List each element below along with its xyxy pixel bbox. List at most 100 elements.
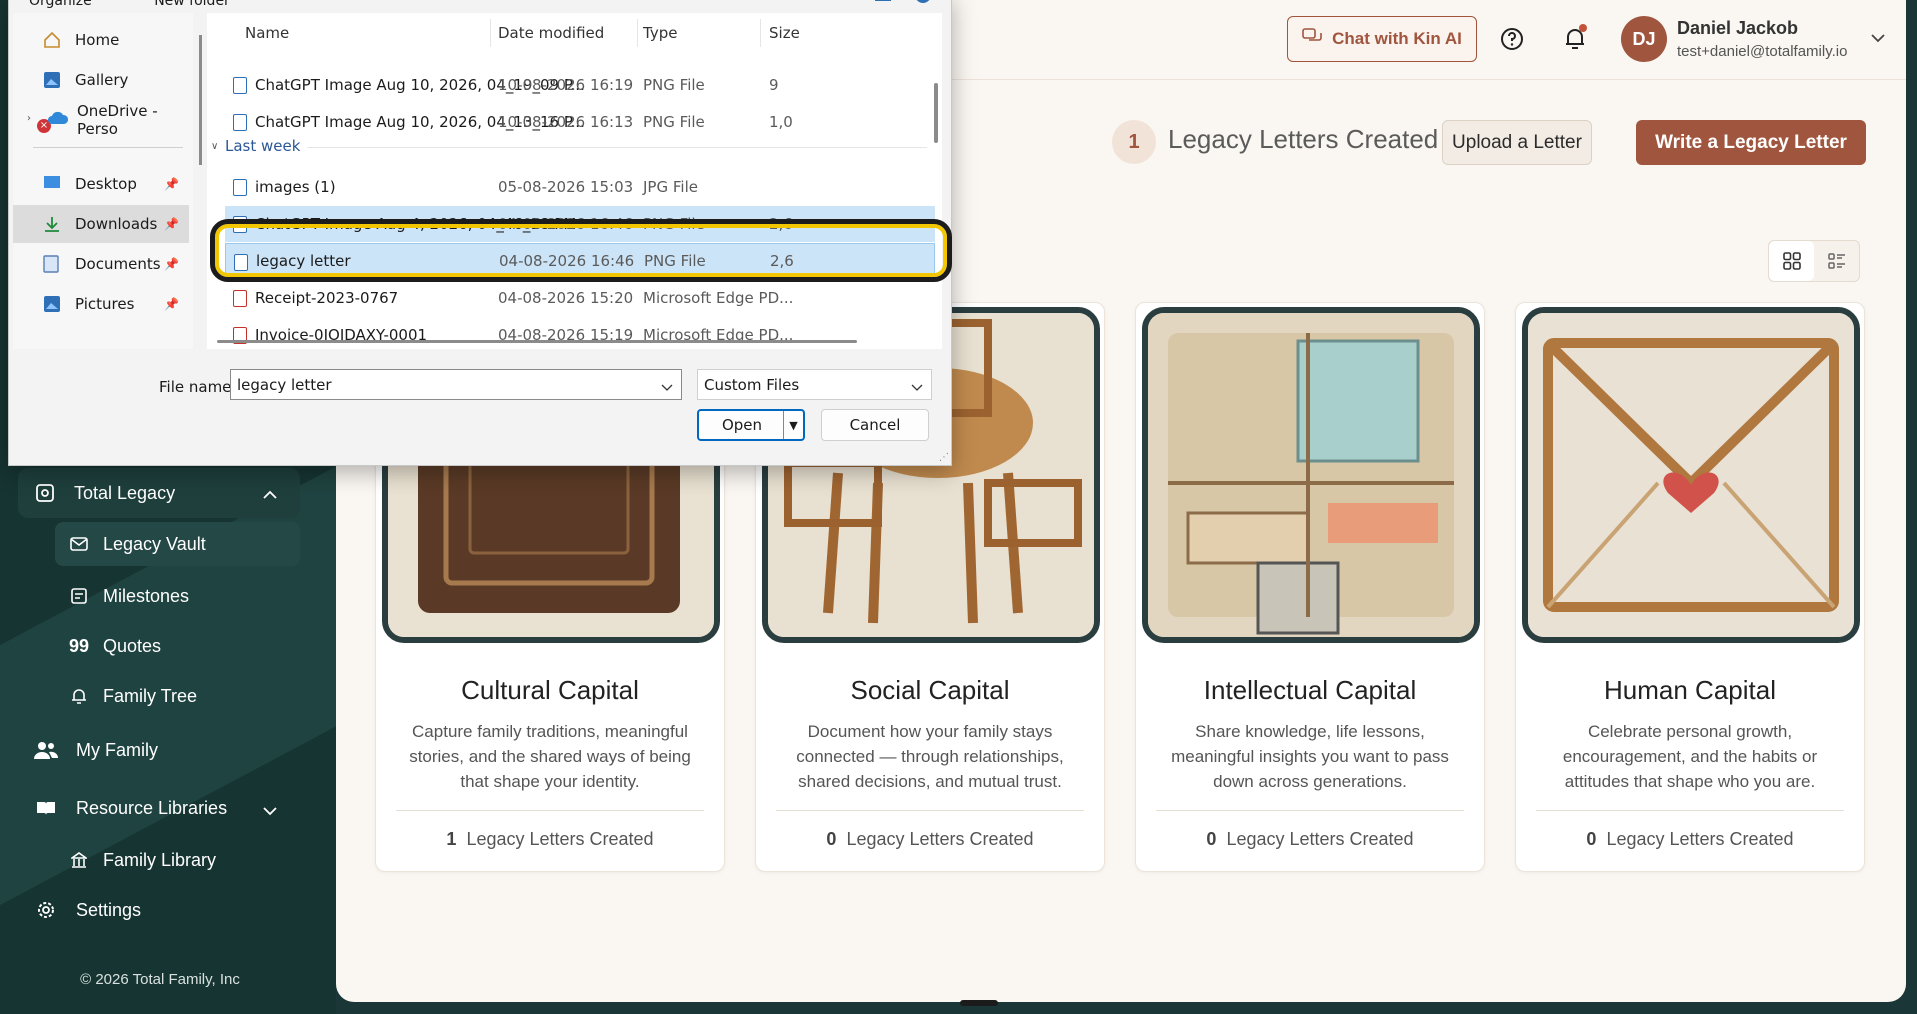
file-size: 1,0 (769, 113, 793, 131)
file-type-select[interactable]: Custom Files (697, 369, 932, 400)
sidebar-item-family-library[interactable]: Family Library (55, 846, 300, 874)
sidebar-item-my-family[interactable]: My Family (34, 730, 158, 770)
avatar[interactable]: DJ (1621, 16, 1667, 62)
pin-icon[interactable]: 📌 (164, 217, 179, 231)
upload-letter-button[interactable]: Upload a Letter (1442, 120, 1592, 165)
help-icon[interactable] (915, 0, 931, 3)
nav-documents[interactable]: Documents 📌 (13, 245, 189, 283)
notification-dot (1579, 24, 1587, 32)
chevron-down-icon (911, 378, 923, 396)
file-date: 10-08-2026 16:19 (498, 76, 634, 94)
milestone-icon (69, 586, 89, 606)
nav-onedrive[interactable]: › × OneDrive - Perso (13, 101, 189, 139)
write-legacy-letter-button[interactable]: Write a Legacy Letter (1636, 120, 1866, 165)
view-menu-icon[interactable] (801, 0, 817, 7)
column-date[interactable]: Date modified (498, 19, 604, 47)
pdf-icon (233, 290, 247, 307)
organize-button[interactable]: Organize (29, 0, 92, 9)
documents-icon (43, 255, 61, 273)
sidebar-item-label: My Family (76, 739, 158, 760)
nav-label: Pictures (75, 295, 135, 313)
grid-view-icon[interactable] (1769, 241, 1814, 281)
pin-icon[interactable]: 📌 (164, 297, 179, 311)
file-row[interactable]: ChatGPT Image Aug 10, 2026, 04_19_09 P..… (225, 67, 935, 103)
file-row[interactable]: Invoice-0JOJDAXY-0001 04-08-2026 15:19 M… (225, 317, 935, 349)
chevron-down-icon[interactable] (661, 378, 673, 396)
open-button[interactable]: Open ▼ (697, 409, 805, 441)
file-name-input[interactable]: legacy letter (230, 369, 682, 400)
column-name[interactable]: Name (245, 19, 289, 47)
chevron-right-icon[interactable]: › (27, 113, 31, 124)
nav-scrollbar[interactable] (199, 35, 202, 165)
chevron-down-icon[interactable]: ∨ (211, 141, 218, 152)
sidebar-item-settings[interactable]: Settings (34, 890, 141, 930)
sidebar-item-label: Milestones (103, 585, 190, 606)
user-email: test+daniel@totalfamily.io (1677, 43, 1848, 60)
sidebar-item-label: Settings (76, 899, 142, 920)
file-type: PNG File (643, 76, 705, 94)
quote-icon: 99 (68, 635, 90, 656)
highlight-annotation (210, 219, 952, 282)
file-row[interactable]: Receipt-2023-0767 04-08-2026 15:20 Micro… (225, 280, 935, 316)
user-name: Daniel Jackob (1677, 18, 1799, 38)
file-icon (233, 179, 247, 196)
list-scrollbar[interactable] (934, 83, 938, 143)
chat-kin-ai-button[interactable]: Chat with Kin AI (1287, 16, 1477, 62)
open-dropdown-icon[interactable]: ▼ (783, 411, 803, 439)
pin-icon[interactable]: 📌 (164, 177, 179, 191)
card-count-label: Legacy Letters Created (1226, 829, 1414, 849)
file-list: Name Date modified Type Size ChatGPT Ima… (207, 13, 942, 349)
card-title: Cultural Capital (461, 675, 639, 705)
nav-gallery[interactable]: Gallery (13, 61, 189, 99)
resize-grip-icon[interactable]: ⋰ (939, 452, 949, 463)
card-title: Social Capital (850, 675, 1010, 705)
new-folder-button[interactable]: New folder (154, 0, 230, 9)
file-type: Microsoft Edge PD... (643, 289, 794, 307)
nav-desktop[interactable]: Desktop 📌 (13, 165, 189, 203)
preview-pane-icon[interactable] (875, 0, 891, 1)
capital-card-intellectual[interactable]: Intellectual Capital Share knowledge, li… (1135, 302, 1485, 872)
letters-count-label: Legacy Letters Created (1168, 124, 1439, 154)
file-row[interactable]: images (1) 05-08-2026 15:03 JPG File (225, 169, 935, 205)
card-illustration-bundle-papers (1142, 307, 1480, 643)
capital-card-human[interactable]: Human Capital Celebrate personal growth,… (1515, 302, 1865, 872)
sidebar-item-resource-libraries[interactable]: Resource Libraries (34, 788, 227, 828)
file-row[interactable]: ChatGPT Image Aug 10, 2026, 04_13_16 P..… (225, 104, 935, 140)
home-icon (43, 31, 61, 49)
file-name: Receipt-2023-0767 (255, 289, 399, 307)
view-toggle (1768, 240, 1860, 282)
card-title: Intellectual Capital (1203, 675, 1417, 705)
navigation-pane: Home Gallery › × OneDrive - Perso Deskto… (13, 13, 193, 349)
sidebar-item-quotes[interactable]: 99 Quotes (55, 624, 300, 668)
sidebar-item-legacy-vault[interactable]: Legacy Vault (55, 522, 300, 566)
card-divider (776, 810, 1084, 811)
column-separator (760, 19, 761, 47)
file-type-value: Custom Files (704, 375, 800, 394)
sidebar-item-milestones[interactable]: Milestones (55, 574, 300, 618)
card-description: Share knowledge, life lessons, meaningfu… (1171, 722, 1449, 791)
sidebar-item-family-tree[interactable]: Family Tree (55, 674, 300, 718)
card-count: 0 (826, 829, 837, 849)
card-divider (1156, 810, 1464, 811)
card-count-label: Legacy Letters Created (846, 829, 1034, 849)
nav-downloads[interactable]: Downloads 📌 (13, 205, 189, 243)
nav-pictures[interactable]: Pictures 📌 (13, 285, 189, 323)
group-header-last-week[interactable]: Last week (225, 137, 300, 155)
file-size: 9 (769, 76, 779, 94)
card-divider (1536, 810, 1844, 811)
nav-home[interactable]: Home (13, 21, 189, 59)
sidebar-group-total-legacy[interactable]: Total Legacy (18, 468, 300, 518)
help-icon[interactable] (1499, 26, 1525, 52)
sidebar-item-label: Resource Libraries (76, 797, 228, 818)
nav-label: Gallery (75, 71, 129, 89)
column-size[interactable]: Size (769, 19, 800, 47)
column-type[interactable]: Type (643, 19, 677, 47)
card-description: Celebrate personal growth, encouragement… (1562, 722, 1818, 791)
vault-icon (34, 482, 56, 504)
horizontal-scrollbar[interactable] (217, 340, 857, 343)
cancel-button[interactable]: Cancel (821, 409, 929, 441)
chevron-down-icon[interactable] (1871, 30, 1885, 48)
list-view-icon[interactable] (1814, 241, 1859, 281)
pin-icon[interactable]: 📌 (164, 257, 179, 271)
chevron-down-icon[interactable] (262, 803, 278, 821)
